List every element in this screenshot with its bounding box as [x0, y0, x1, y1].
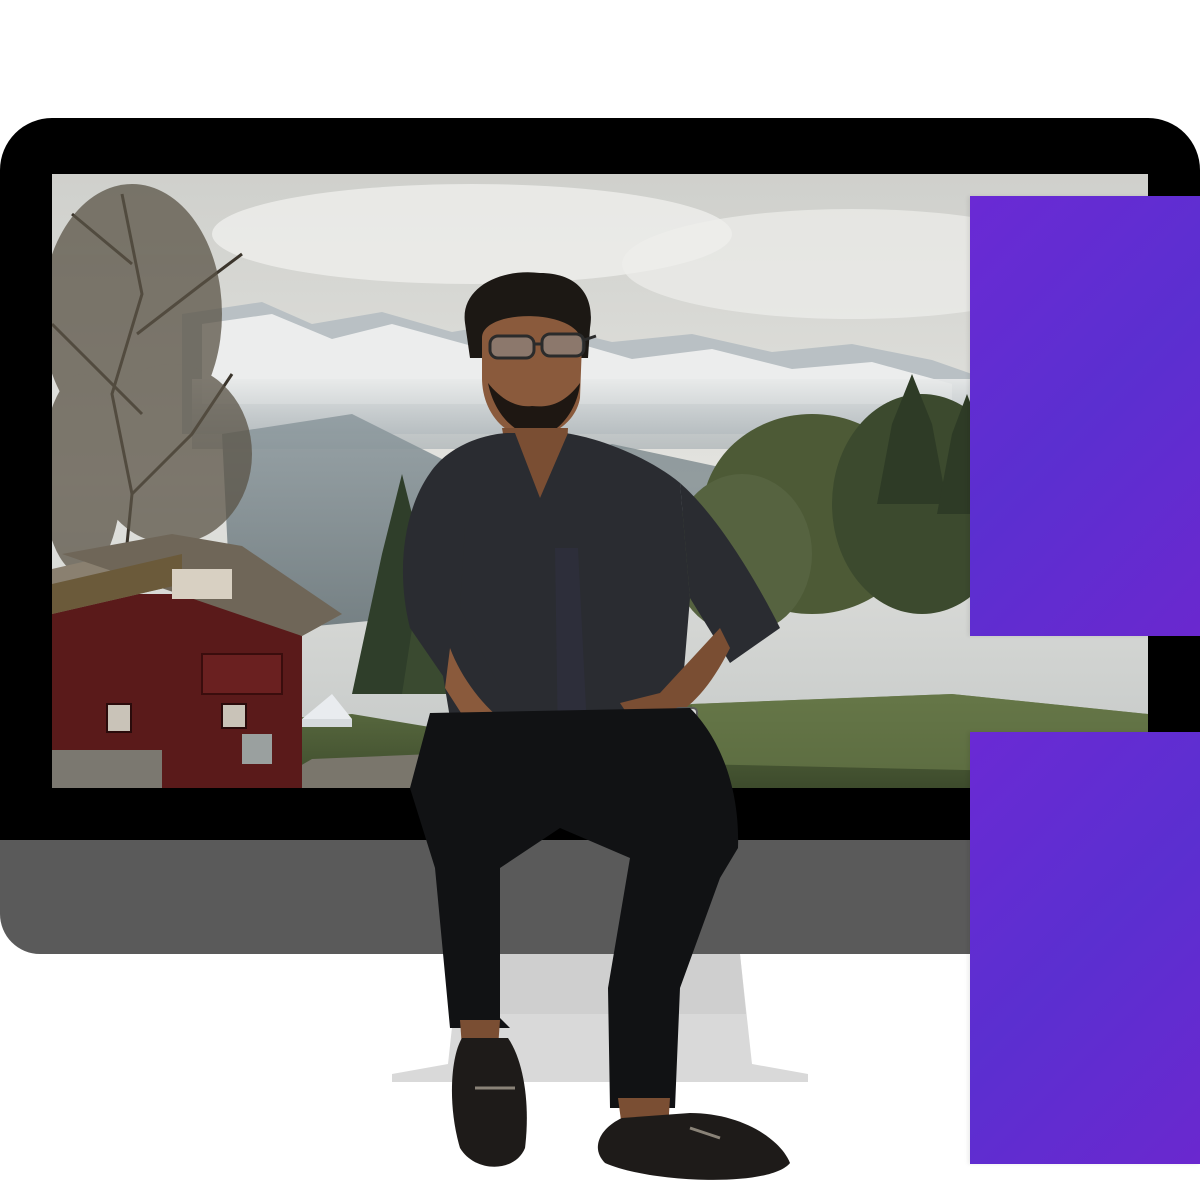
accent-panel-top — [970, 196, 1200, 636]
right-shoe — [597, 1113, 790, 1180]
glasses-icon — [488, 332, 597, 360]
hero-illustration — [0, 0, 1200, 1200]
accent-panel-bottom — [970, 732, 1200, 1164]
seated-person — [402, 272, 790, 1180]
left-shoe — [451, 1038, 527, 1167]
